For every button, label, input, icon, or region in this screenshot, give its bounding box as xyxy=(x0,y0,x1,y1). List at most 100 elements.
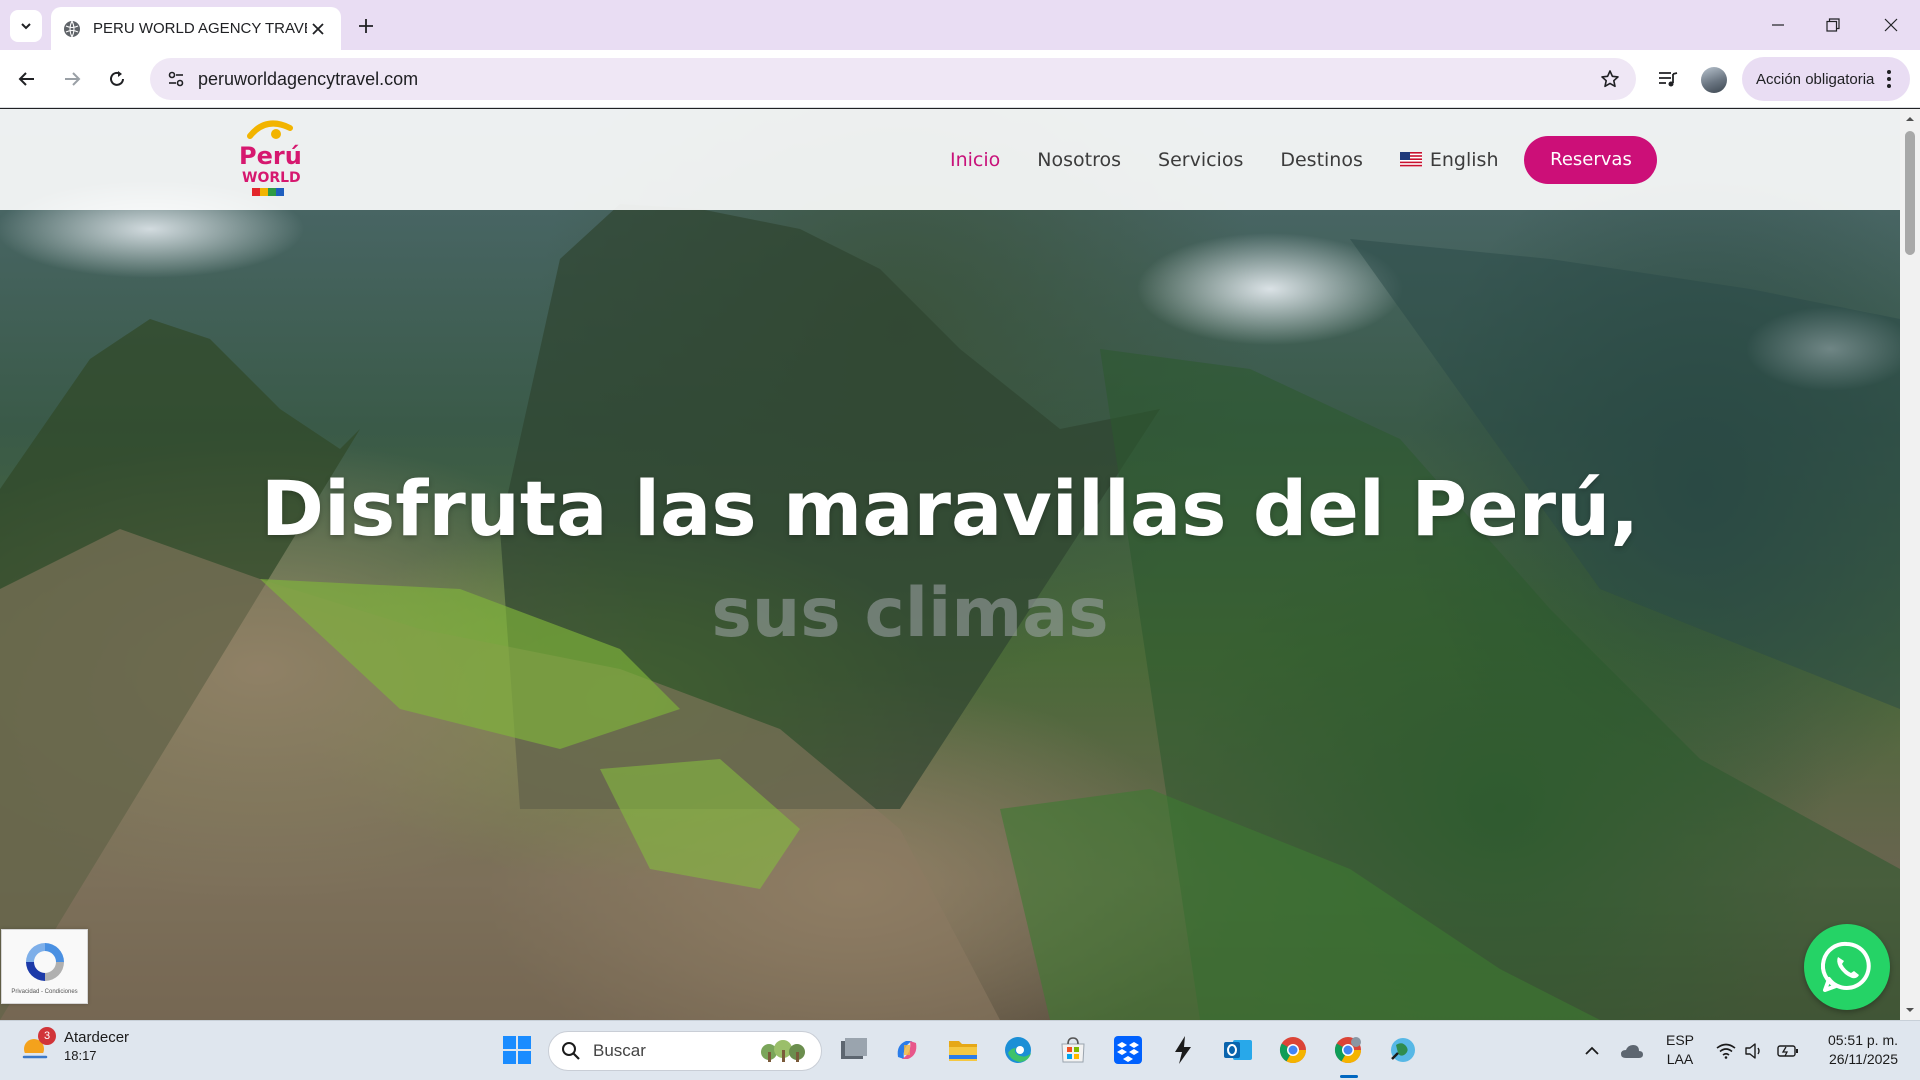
edge-app[interactable] xyxy=(1001,1033,1035,1067)
search-icon xyxy=(562,1042,580,1060)
profile-avatar[interactable] xyxy=(1701,67,1727,93)
weather-badge: 3 xyxy=(38,1027,56,1045)
menu-button[interactable] xyxy=(1882,68,1896,90)
windows-taskbar: 3 Atardecer 18:17 Buscar ESP LAA 05:51 p… xyxy=(0,1020,1920,1080)
reload-button[interactable] xyxy=(102,64,132,94)
new-tab-button[interactable] xyxy=(352,12,380,40)
plus-icon xyxy=(359,19,373,33)
battery-tray[interactable] xyxy=(1774,1037,1802,1065)
chrome-icon xyxy=(1279,1037,1307,1064)
outlook-app[interactable] xyxy=(1221,1033,1255,1067)
chrome-profile-app[interactable] xyxy=(1331,1033,1365,1067)
keyboard-layout-code: LAA xyxy=(1666,1051,1694,1067)
cursor-app[interactable] xyxy=(1166,1033,1200,1067)
windows-start-icon[interactable] xyxy=(502,1035,532,1065)
site-header: Perú WORLD Inicio Nosotros Servicios Des… xyxy=(0,109,1900,210)
copilot-icon xyxy=(897,1041,917,1059)
search-highlight-icon xyxy=(761,1040,805,1062)
task-view-icon xyxy=(841,1038,867,1059)
reservas-button[interactable]: Reservas xyxy=(1524,135,1658,184)
action-required-button[interactable]: Acción obligatoria xyxy=(1742,57,1910,101)
site-info-button[interactable] xyxy=(164,67,188,91)
nav-destinos[interactable]: Destinos xyxy=(1280,149,1363,171)
close-icon xyxy=(1884,18,1898,32)
forward-button[interactable] xyxy=(57,64,87,94)
close-icon xyxy=(312,22,324,35)
nav-servicios[interactable]: Servicios xyxy=(1158,149,1243,171)
bookmark-button[interactable] xyxy=(1598,67,1622,91)
kebab-menu-icon xyxy=(1887,70,1891,88)
chevron-up-icon xyxy=(1585,1046,1599,1055)
chrome-profile-icon xyxy=(1334,1037,1362,1064)
star-icon xyxy=(1601,70,1619,88)
file-explorer-app[interactable] xyxy=(946,1033,980,1067)
microsoft-store-app[interactable] xyxy=(1056,1033,1090,1067)
address-bar[interactable]: peruworldagencytravel.com xyxy=(150,58,1636,100)
peru-world-logo[interactable]: Perú WORLD xyxy=(236,114,302,204)
media-controls-icon xyxy=(1659,72,1678,87)
remote-app[interactable] xyxy=(1386,1033,1420,1067)
tab-close-button[interactable] xyxy=(307,18,329,40)
folder-icon xyxy=(949,1041,977,1061)
back-button[interactable] xyxy=(12,64,42,94)
recaptcha-icon xyxy=(25,942,64,981)
dropbox-icon xyxy=(1114,1036,1142,1064)
active-app-indicator xyxy=(1340,1075,1358,1078)
hero-title: Disfruta las maravillas del Perú, xyxy=(260,464,1640,553)
scroll-down-icon[interactable] xyxy=(1905,1005,1915,1015)
store-icon xyxy=(1061,1037,1085,1063)
wifi-tray[interactable] xyxy=(1712,1037,1740,1065)
show-hidden-icons-button[interactable] xyxy=(1578,1037,1606,1065)
taskbar-clock[interactable]: 05:51 p. m. 26/11/2025 xyxy=(1812,1031,1898,1069)
language-switcher[interactable]: English xyxy=(1399,149,1498,171)
dropbox-app[interactable] xyxy=(1111,1033,1145,1067)
chevron-down-icon xyxy=(21,23,31,30)
battery-icon xyxy=(1777,1045,1798,1057)
scrollbar-thumb[interactable] xyxy=(1905,131,1915,255)
volume-tray[interactable] xyxy=(1740,1037,1768,1065)
globe-icon xyxy=(64,20,80,37)
weather-icon-wrap: 3 xyxy=(20,1027,56,1063)
arrow-left-icon xyxy=(18,72,34,86)
browser-tab[interactable]: PERU WORLD AGENCY TRAVEL xyxy=(51,7,341,50)
logo-text-world: WORLD xyxy=(242,170,301,186)
media-controls-button[interactable] xyxy=(1653,64,1683,94)
outlook-icon xyxy=(1224,1040,1252,1060)
restore-button[interactable] xyxy=(1810,8,1856,42)
chrome-app[interactable] xyxy=(1276,1033,1310,1067)
task-view-app[interactable] xyxy=(837,1033,871,1067)
speaker-icon xyxy=(1745,1043,1760,1059)
copilot-app[interactable] xyxy=(890,1033,924,1067)
edge-icon xyxy=(1005,1037,1031,1063)
onedrive-tray[interactable] xyxy=(1618,1037,1646,1065)
clock-date: 26/11/2025 xyxy=(1828,1051,1898,1067)
restore-icon xyxy=(1826,18,1840,32)
scroll-up-icon[interactable] xyxy=(1905,114,1915,124)
url-text[interactable]: peruworldagencytravel.com xyxy=(198,69,1598,90)
minimize-icon xyxy=(1772,24,1784,26)
recaptcha-badge[interactable]: Privacidad - Condiciones xyxy=(1,929,88,1004)
taskbar-search[interactable]: Buscar xyxy=(548,1031,822,1071)
page-scrollbar[interactable] xyxy=(1900,109,1920,1020)
tune-icon xyxy=(168,71,184,87)
browser-toolbar: peruworldagencytravel.com Acción obligat… xyxy=(0,50,1920,108)
input-language-indicator[interactable]: ESP LAA xyxy=(1666,1031,1694,1069)
lightning-icon xyxy=(1175,1036,1191,1064)
tab-title: PERU WORLD AGENCY TRAVEL xyxy=(93,20,307,37)
action-required-label: Acción obligatoria xyxy=(1756,70,1875,88)
whatsapp-icon xyxy=(1821,941,1871,992)
logo-text-peru: Perú xyxy=(239,142,302,170)
minimize-button[interactable] xyxy=(1755,8,1801,42)
reload-icon xyxy=(110,71,124,86)
hero-subtitle: sus climas xyxy=(711,574,1109,653)
nav-inicio[interactable]: Inicio xyxy=(950,149,1000,171)
close-window-button[interactable] xyxy=(1868,8,1914,42)
weather-widget[interactable]: 3 Atardecer 18:17 xyxy=(20,1027,130,1063)
clock-time: 05:51 p. m. xyxy=(1827,1032,1898,1048)
weather-label: Atardecer xyxy=(64,1029,130,1046)
wifi-icon xyxy=(1716,1043,1736,1059)
hero-background-image xyxy=(0,204,1900,1020)
tab-search-button[interactable] xyxy=(10,10,42,42)
nav-nosotros[interactable]: Nosotros xyxy=(1037,149,1121,171)
whatsapp-button[interactable] xyxy=(1804,924,1890,1010)
